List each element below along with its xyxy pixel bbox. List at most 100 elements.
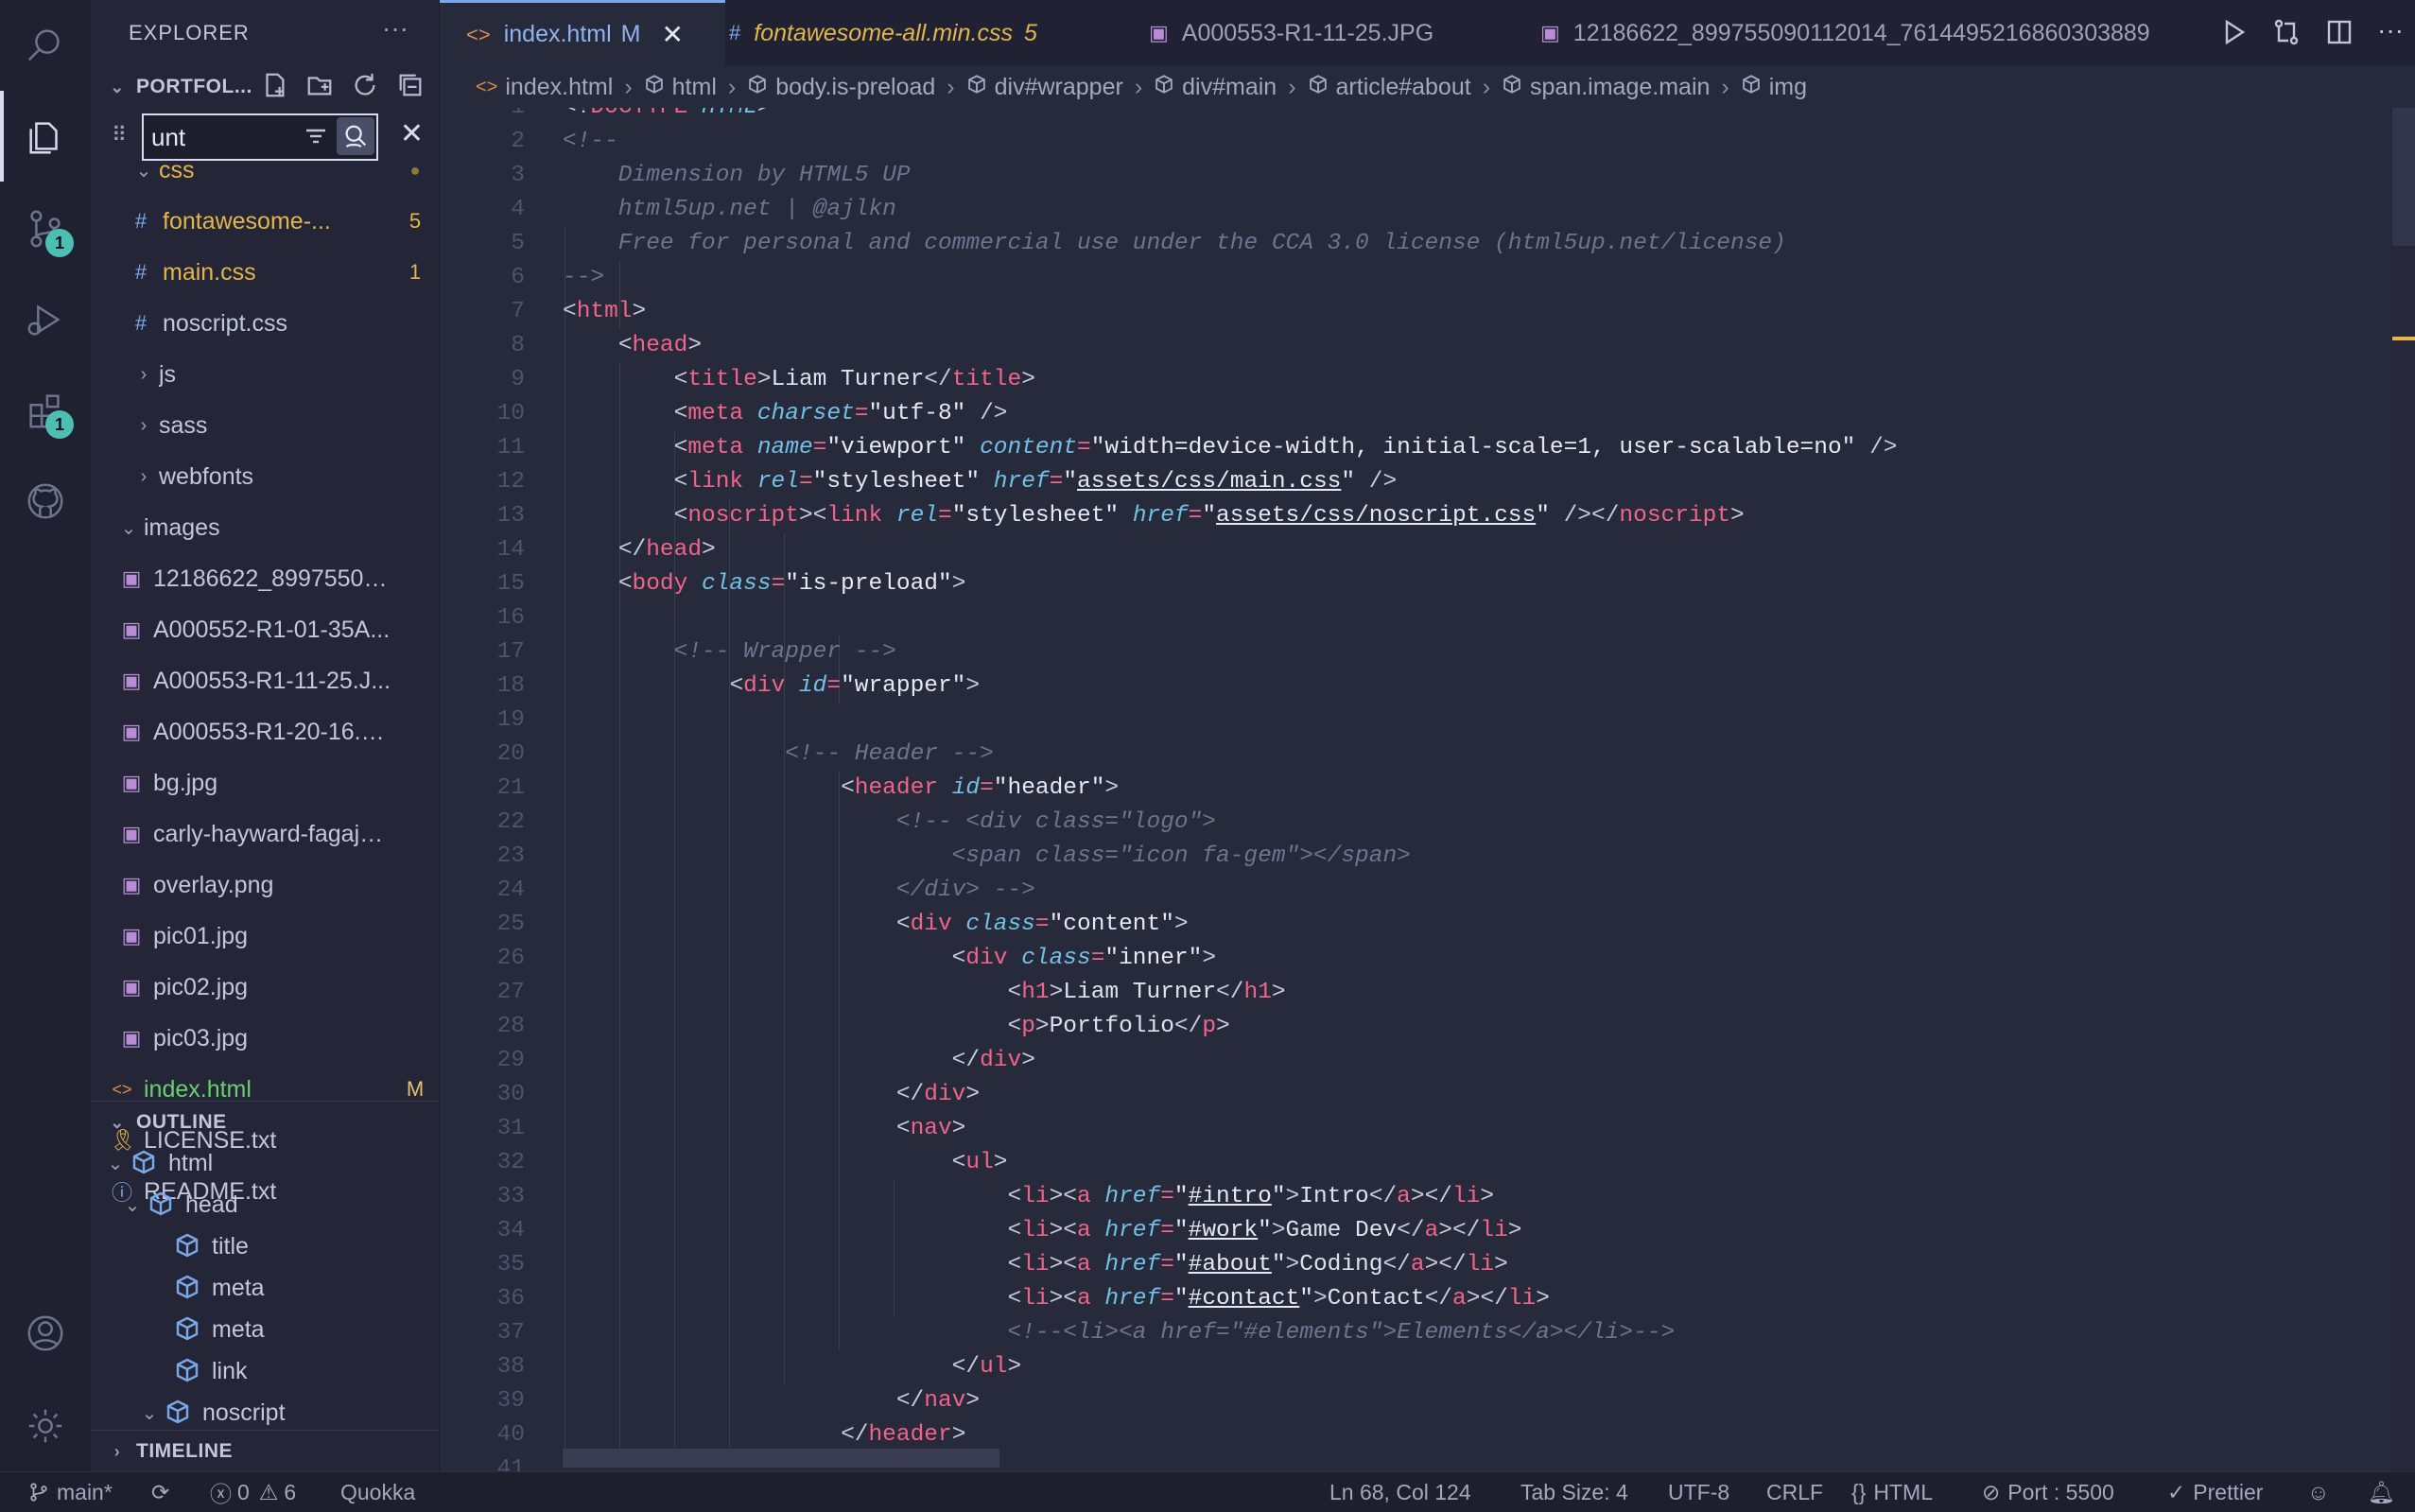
source-control-icon[interactable]: 1 <box>0 183 91 274</box>
line-number: 20 <box>496 741 525 767</box>
prettier-status[interactable]: ✓ Prettier <box>2167 1472 2263 1512</box>
close-icon[interactable]: ✕ <box>400 117 424 150</box>
outline-section-header[interactable]: ⌄ OUTLINE <box>91 1101 439 1143</box>
breadcrumb-item[interactable]: › div#wrapper <box>935 74 1123 101</box>
branch-status[interactable]: main* <box>28 1472 113 1512</box>
run-debug-icon[interactable] <box>0 274 91 365</box>
explorer-icon[interactable] <box>0 91 91 182</box>
tree-item[interactable]: ▣ pic01.jpg <box>91 915 439 957</box>
tree-item[interactable]: ▣ A000553-R1-20-16.J... <box>91 711 439 753</box>
line-number: 41 <box>496 1456 525 1471</box>
extensions-icon[interactable]: 1 <box>0 365 91 456</box>
tab-index-html[interactable]: <> index.html M ✕ <box>440 0 725 66</box>
filter-icon[interactable] <box>303 123 329 149</box>
tree-item-label: bg.jpg <box>153 769 218 796</box>
tab-image-a000553[interactable]: ▣ A000553-R1-11-25.JPG <box>1149 0 1433 66</box>
tree-item[interactable]: › webfonts <box>91 456 439 497</box>
drag-handle-icon[interactable]: ⠿ <box>112 123 127 148</box>
tree-item[interactable]: › sass <box>91 405 439 446</box>
sync-icon[interactable]: ⟳ <box>151 1472 169 1512</box>
symbol-element-icon <box>174 1315 202 1344</box>
more-actions-icon[interactable]: ··· <box>2377 17 2404 52</box>
problems-status[interactable]: ⓧ 0 ⚠ 6 <box>210 1472 296 1512</box>
breadcrumb: <> index.html › html › body.is-preload › div#wr… <box>440 66 2415 108</box>
outline-item[interactable]: title <box>91 1225 439 1267</box>
breadcrumb-item[interactable]: › span.image.main <box>1471 74 1711 101</box>
code-line: <ul> <box>951 1150 1008 1175</box>
new-file-icon[interactable] <box>257 68 291 102</box>
find-input[interactable] <box>144 121 295 153</box>
outline-item[interactable]: ⌄ noscript <box>91 1392 439 1434</box>
line-ending[interactable]: CRLF <box>1766 1472 1823 1512</box>
outline-item[interactable]: link <box>91 1350 439 1392</box>
quokka-status[interactable]: Quokka <box>340 1472 415 1512</box>
run-icon[interactable] <box>2218 17 2249 52</box>
tab-image-12186622[interactable]: ▣ 12186622_899755090112014_7614495216860… <box>1540 0 2259 66</box>
tree-item[interactable]: ⌄ css ● <box>91 149 439 191</box>
tree-item[interactable]: ▣ A000553-R1-11-25.J... <box>91 660 439 702</box>
line-number: 17 <box>496 639 525 665</box>
breadcrumb-item[interactable]: <> index.html <box>476 74 613 101</box>
symbol-element-icon <box>1741 74 1762 101</box>
code-line: <div id="wrapper"> <box>729 673 981 699</box>
notifications-bell-icon[interactable]: 🔔︎ <box>2368 1472 2395 1512</box>
code-editor[interactable]: 1234567891011121314151617181920212223242… <box>440 108 2388 1471</box>
live-server-port[interactable]: ⊘ Port : 5500 <box>1982 1472 2114 1512</box>
scrollbar-thumb[interactable] <box>2392 108 2415 246</box>
search-icon[interactable] <box>0 0 91 91</box>
code-line: <title>Liam Turner</title> <box>673 367 1035 392</box>
tree-item[interactable]: › js <box>91 354 439 395</box>
explorer-more-icon[interactable]: ··· <box>382 13 408 43</box>
tree-item[interactable]: ▣ overlay.png <box>91 864 439 906</box>
horizontal-scrollbar[interactable] <box>563 1449 999 1468</box>
github-icon[interactable] <box>0 456 91 547</box>
outline-item[interactable]: meta <box>91 1267 439 1309</box>
tab-fontawesome-css[interactable]: # fontawesome-all.min.css 5 <box>729 0 1037 66</box>
breadcrumb-item[interactable]: › article#about <box>1277 74 1470 101</box>
outline-item[interactable]: ⌄ head <box>91 1184 439 1225</box>
outline-item[interactable]: meta <box>91 1309 439 1350</box>
tree-item[interactable]: ⌄ images <box>91 507 439 548</box>
language-mode[interactable]: {} HTML <box>1851 1472 1933 1512</box>
tree-item-status: 1 <box>408 260 422 284</box>
tree-item[interactable]: # noscript.css <box>91 303 439 344</box>
tab-label: A000553-R1-11-25.JPG <box>1181 19 1434 46</box>
outline-title: OUTLINE <box>136 1111 227 1133</box>
refresh-icon[interactable] <box>348 68 382 102</box>
cursor-position[interactable]: Ln 68, Col 124 <box>1329 1472 1471 1512</box>
tree-item[interactable]: ▣ pic02.jpg <box>91 966 439 1008</box>
breadcrumb-item[interactable]: › body.is-preload <box>717 74 935 101</box>
new-folder-icon[interactable] <box>303 68 337 102</box>
close-icon[interactable]: ✕ <box>661 19 683 50</box>
split-editor-icon[interactable] <box>2324 17 2354 52</box>
tab-size[interactable]: Tab Size: 4 <box>1520 1472 1628 1512</box>
image-file-icon: ▣ <box>1540 21 1560 44</box>
tree-item[interactable]: ▣ pic03.jpg <box>91 1017 439 1059</box>
breadcrumb-item[interactable]: › img <box>1710 74 1807 101</box>
accounts-icon[interactable] <box>0 1288 91 1379</box>
encoding[interactable]: UTF-8 <box>1668 1472 1729 1512</box>
outline-item[interactable]: ⌄ html <box>91 1142 439 1184</box>
tree-item[interactable]: ▣ 12186622_89975509... <box>91 558 439 600</box>
tree-item[interactable]: ▣ carly-hayward-fagaja... <box>91 813 439 855</box>
breadcrumb-item[interactable]: › html <box>613 74 717 101</box>
tree-item[interactable]: ▣ A000552-R1-01-35A... <box>91 609 439 651</box>
compare-changes-icon[interactable] <box>2271 17 2302 52</box>
line-number: 19 <box>496 707 525 733</box>
line-number: 39 <box>496 1388 525 1414</box>
tree-item[interactable]: ▣ bg.jpg <box>91 762 439 804</box>
collapse-all-icon[interactable] <box>393 68 427 102</box>
tree-item[interactable]: # fontawesome-... 5 <box>91 200 439 242</box>
code-line: <html> <box>563 299 647 324</box>
settings-gear-icon[interactable] <box>0 1381 91 1471</box>
tree-item-label: pic02.jpg <box>153 973 249 1000</box>
breadcrumb-label: div#main <box>1182 73 1277 100</box>
vertical-scrollbar[interactable] <box>2390 108 2415 1471</box>
breadcrumb-item[interactable]: › div#main <box>1123 74 1277 101</box>
feedback-icon[interactable]: ☺ <box>2307 1472 2329 1512</box>
image-file-icon: ▣ <box>121 771 142 794</box>
tree-item[interactable]: # main.css 1 <box>91 252 439 293</box>
css-file-icon: # <box>134 209 148 233</box>
tab-problem-count: 5 <box>1023 19 1037 46</box>
timeline-section-header[interactable]: › TIMELINE <box>91 1430 439 1472</box>
